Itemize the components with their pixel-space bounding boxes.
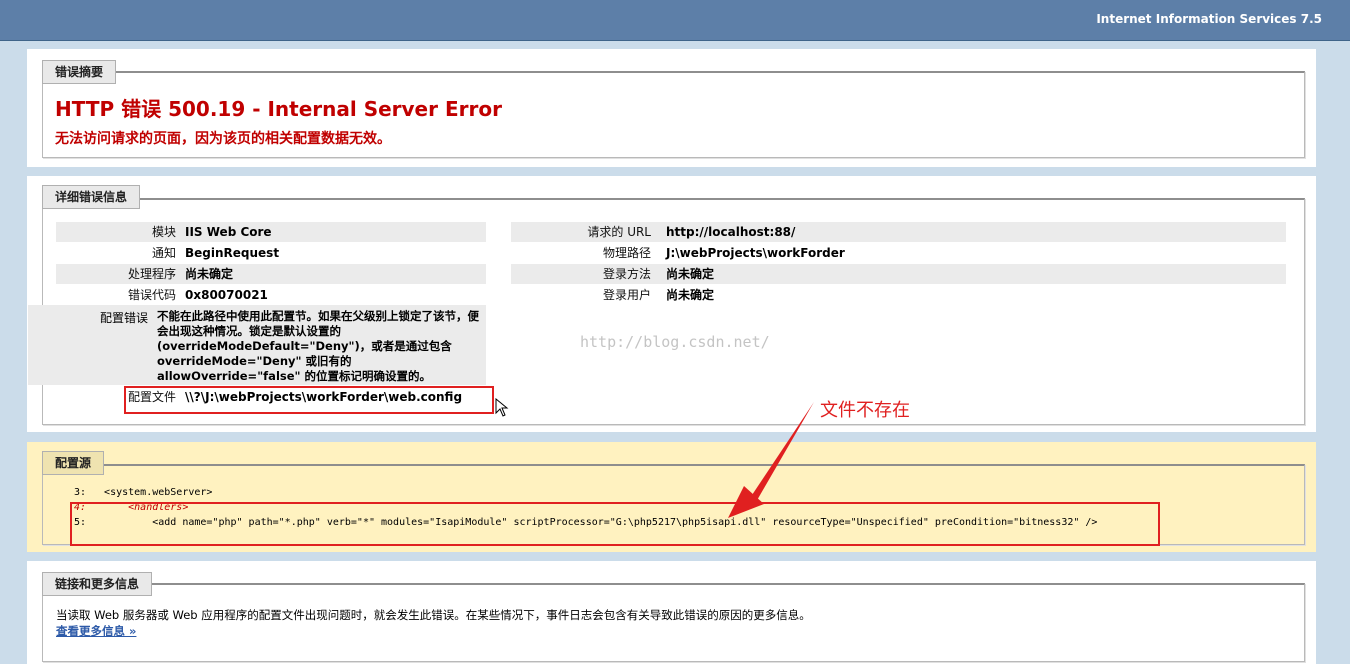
detail-row-config-error: 配置错误 不能在此路径中使用此配置节。如果在父级别上锁定了该节，便会出现这种情况…: [28, 305, 486, 385]
detail-value: 尚未确定: [666, 288, 715, 302]
error-title: HTTP 错误 500.19 - Internal Server Error: [55, 97, 502, 121]
config-source-legend: 配置源: [42, 451, 105, 475]
detail-value: IIS Web Core: [185, 225, 272, 239]
config-file-highlight: [124, 386, 494, 414]
detail-row-notification: 通知 BeginRequest: [56, 243, 486, 263]
line-number: 3:: [73, 487, 86, 498]
detail-label: 处理程序: [127, 267, 176, 281]
detail-label: 通知: [151, 246, 176, 260]
more-info-fieldset: 链接和更多信息 当读取 Web 服务器或 Web 应用程序的配置文件出现问题时，…: [42, 572, 1305, 662]
code-line: 3: <system.webServer>: [56, 487, 212, 498]
error-subtitle: 无法访问请求的页面，因为该页的相关配置数据无效。: [55, 131, 391, 147]
watermark: http://blog.csdn.net/: [580, 333, 770, 351]
detail-label: 登录用户: [602, 288, 651, 302]
error-summary-fieldset: 错误摘要 HTTP 错误 500.19 - Internal Server Er…: [42, 60, 1305, 158]
detail-value: http://localhost:88/: [666, 225, 796, 239]
more-info-panel: 链接和更多信息 当读取 Web 服务器或 Web 应用程序的配置文件出现问题时，…: [27, 561, 1316, 664]
detail-row-logon-method: 登录方法 尚未确定: [511, 264, 1286, 284]
mouse-cursor-icon: [495, 398, 509, 417]
detail-label: 登录方法: [602, 267, 651, 281]
product-name: Internet Information Services 7.5: [1096, 12, 1322, 26]
error-summary-legend: 错误摘要: [42, 60, 117, 84]
error-summary-panel: 错误摘要 HTTP 错误 500.19 - Internal Server Er…: [27, 49, 1316, 167]
details-legend: 详细错误信息: [42, 185, 141, 209]
detail-label: 请求的 URL: [587, 225, 651, 239]
detail-row-logon-user: 登录用户 尚未确定: [511, 285, 1286, 305]
config-error-text: 不能在此路径中使用此配置节。如果在父级别上锁定了该节，便会出现这种情况。锁定是默…: [157, 309, 479, 383]
detail-value: 0x80070021: [185, 288, 268, 302]
detail-row-physical-path: 物理路径 J:\webProjects\workForder: [511, 243, 1286, 263]
detail-value: BeginRequest: [185, 246, 280, 260]
detail-row-error-code: 错误代码 0x80070021: [56, 285, 486, 305]
detail-label: 错误代码: [127, 288, 176, 302]
detail-label: 模块: [151, 225, 176, 239]
handler-line-highlight: [70, 502, 1160, 546]
view-more-info-link[interactable]: 查看更多信息 »: [56, 623, 136, 639]
detail-value: 尚未确定: [185, 267, 234, 281]
detail-value: J:\webProjects\workForder: [666, 246, 845, 260]
more-info-text: 当读取 Web 服务器或 Web 应用程序的配置文件出现问题时，就会发生此错误。…: [56, 608, 811, 622]
detail-label: 物理路径: [602, 246, 651, 260]
annotation-arrow-icon: [728, 402, 814, 518]
detail-label: 配置错误: [99, 311, 148, 325]
detail-row-request-url: 请求的 URL http://localhost:88/: [511, 222, 1286, 242]
header-bar: Internet Information Services 7.5: [0, 0, 1350, 41]
detail-row-handler: 处理程序 尚未确定: [56, 264, 486, 284]
detail-row-module: 模块 IIS Web Core: [56, 222, 486, 242]
annotation-text: 文件不存在: [820, 400, 910, 421]
detail-value: 尚未确定: [666, 267, 715, 281]
more-info-legend: 链接和更多信息: [42, 572, 153, 596]
code-text: <system.webServer>: [86, 487, 213, 498]
